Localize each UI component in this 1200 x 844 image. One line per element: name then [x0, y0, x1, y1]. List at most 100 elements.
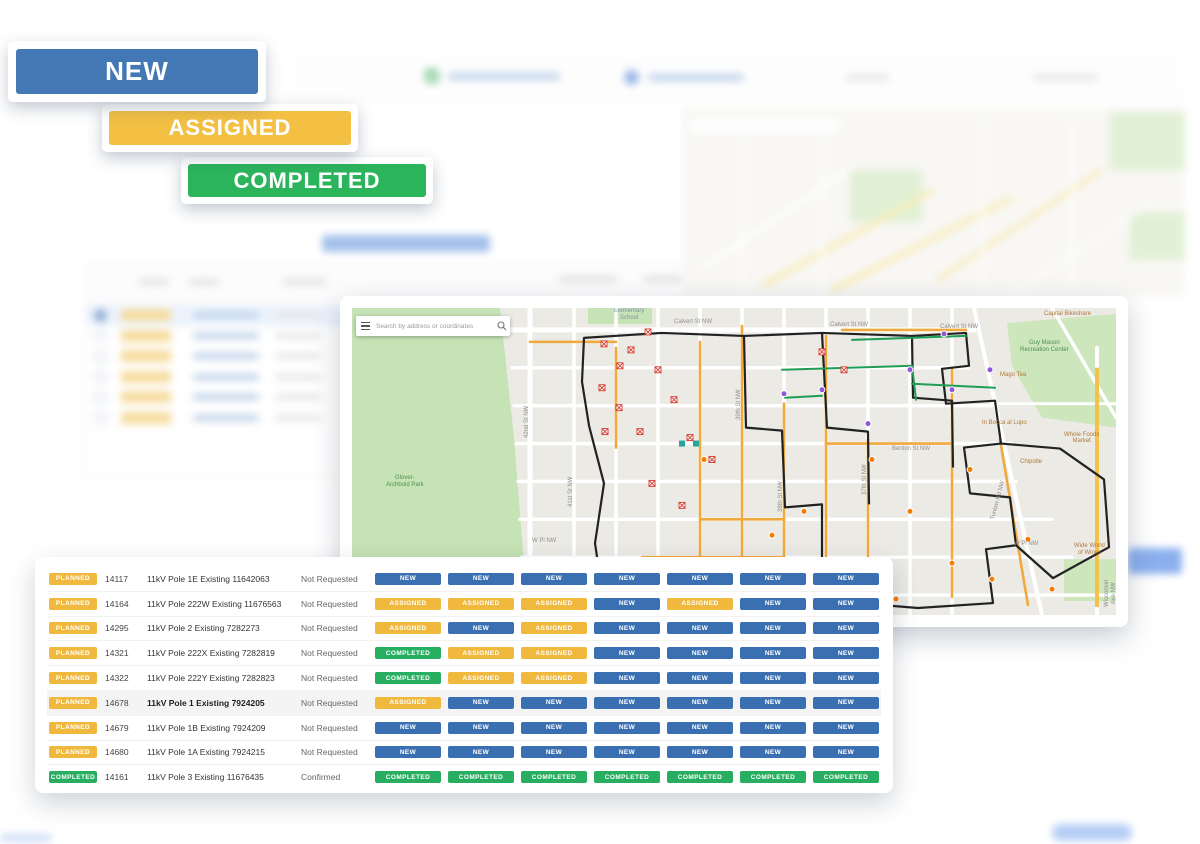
stage-badge[interactable]: ASSIGNED — [375, 598, 441, 610]
table-row[interactable]: PLANNED1416411kV Pole 222W Existing 1167… — [47, 592, 881, 617]
stage-badge[interactable]: ASSIGNED — [521, 598, 587, 610]
stage-badge[interactable]: NEW — [448, 573, 514, 585]
stage-badge[interactable]: NEW — [594, 647, 660, 659]
stage-badge[interactable]: NEW — [667, 697, 733, 709]
stage-badge[interactable]: NEW — [667, 746, 733, 758]
stage-badge[interactable]: NEW — [813, 697, 879, 709]
stage-badge[interactable]: NEW — [594, 622, 660, 634]
stage-badge[interactable]: NEW — [521, 746, 587, 758]
stage-badge[interactable]: NEW — [813, 573, 879, 585]
stage-badge[interactable]: COMPLETED — [521, 771, 587, 783]
blurred-step-label — [448, 73, 560, 80]
stage-badge[interactable]: NEW — [521, 722, 587, 734]
stage-badge[interactable]: NEW — [740, 647, 806, 659]
stage-badge[interactable]: NEW — [594, 672, 660, 684]
stage-badge[interactable]: NEW — [813, 672, 879, 684]
table-row[interactable]: PLANNED1429511kV Pole 2 Existing 7282273… — [47, 617, 881, 642]
stage-badge[interactable]: NEW — [521, 697, 587, 709]
status-badge: PLANNED — [49, 573, 97, 585]
stage-badges: NEW NEW NEW NEW NEW NEW NEW — [375, 573, 879, 585]
stage-badge[interactable]: NEW — [594, 573, 660, 585]
stage-badge[interactable]: NEW — [813, 746, 879, 758]
stage-badge[interactable]: NEW — [740, 573, 806, 585]
stage-badge[interactable]: NEW — [594, 598, 660, 610]
stage-badge[interactable]: COMPLETED — [375, 647, 441, 659]
stage-badge[interactable]: COMPLETED — [448, 771, 514, 783]
stage-badge[interactable]: ASSIGNED — [448, 672, 514, 684]
stage-badge[interactable]: NEW — [813, 598, 879, 610]
request-status: Confirmed — [301, 772, 375, 782]
stage-badge[interactable]: NEW — [740, 697, 806, 709]
stage-badge[interactable]: NEW — [448, 722, 514, 734]
status-badge: PLANNED — [49, 622, 97, 634]
stage-badge[interactable]: COMPLETED — [594, 771, 660, 783]
stage-badge[interactable]: NEW — [375, 746, 441, 758]
table-row[interactable]: PLANNED1411711kV Pole 1E Existing 116420… — [47, 567, 881, 592]
stage-badge[interactable]: ASSIGNED — [448, 598, 514, 610]
stage-badge[interactable]: NEW — [667, 622, 733, 634]
table-row[interactable]: PLANNED1432211kV Pole 222Y Existing 7282… — [47, 666, 881, 691]
stage-badge[interactable]: NEW — [740, 722, 806, 734]
stage-badge[interactable]: COMPLETED — [813, 771, 879, 783]
stage-badges: COMPLETED ASSIGNED ASSIGNED NEW NEW NEW NEW — [375, 647, 879, 659]
request-status: Not Requested — [301, 574, 375, 584]
stage-badge[interactable]: NEW — [594, 722, 660, 734]
stage-badge[interactable]: NEW — [448, 697, 514, 709]
pole-name: 11kV Pole 1E Existing 11642063 — [147, 574, 297, 584]
stage-badge[interactable]: ASSIGNED — [521, 622, 587, 634]
stage-badge[interactable]: NEW — [667, 647, 733, 659]
stage-badge[interactable]: NEW — [740, 672, 806, 684]
stage-badge[interactable]: NEW — [448, 622, 514, 634]
pole-id: 14161 — [105, 772, 139, 782]
pole-id: 14321 — [105, 648, 139, 658]
request-status: Not Requested — [301, 698, 375, 708]
search-input[interactable] — [374, 323, 494, 330]
stage-badge[interactable]: ASSIGNED — [375, 697, 441, 709]
stage-badge[interactable]: NEW — [740, 746, 806, 758]
status-badge: PLANNED — [49, 672, 97, 684]
stage-badge[interactable]: ASSIGNED — [375, 622, 441, 634]
table-row[interactable]: PLANNED1432111kV Pole 222X Existing 7282… — [47, 641, 881, 666]
stage-badges: ASSIGNED ASSIGNED ASSIGNED NEW ASSIGNED NEW NE… — [375, 598, 879, 610]
stage-badge[interactable]: NEW — [667, 722, 733, 734]
map-search-bar[interactable] — [356, 316, 510, 336]
request-status: Not Requested — [301, 623, 375, 633]
stage-badge[interactable]: ASSIGNED — [448, 647, 514, 659]
stage-badge[interactable]: NEW — [813, 622, 879, 634]
stage-badge[interactable]: COMPLETED — [667, 771, 733, 783]
status-badge: COMPLETED — [49, 771, 97, 783]
stage-badge[interactable]: NEW — [594, 697, 660, 709]
completed-badge: COMPLETED — [188, 164, 426, 197]
table-row[interactable]: PLANNED1468011kV Pole 1A Existing 792421… — [47, 741, 881, 766]
stage-badge[interactable]: NEW — [813, 647, 879, 659]
stage-badge[interactable]: ASSIGNED — [667, 598, 733, 610]
stage-badge[interactable]: NEW — [740, 622, 806, 634]
menu-icon[interactable] — [356, 316, 374, 336]
pole-status-table: PLANNED1411711kV Pole 1E Existing 116420… — [35, 557, 893, 793]
stage-badge[interactable]: COMPLETED — [375, 771, 441, 783]
stage-badge[interactable]: NEW — [740, 598, 806, 610]
new-badge: NEW — [16, 49, 258, 94]
stage-badge[interactable]: NEW — [594, 746, 660, 758]
stage-badge[interactable]: NEW — [813, 722, 879, 734]
stage-badge[interactable]: NEW — [448, 746, 514, 758]
pole-id: 14679 — [105, 723, 139, 733]
table-row[interactable]: PLANNED1467811kV Pole 1 Existing 7924205… — [47, 691, 881, 716]
stage-badges: COMPLETED COMPLETED COMPLETED COMPLETED COMP… — [375, 771, 879, 783]
stage-badge[interactable]: COMPLETED — [740, 771, 806, 783]
stage-badge[interactable]: NEW — [375, 573, 441, 585]
status-badge: PLANNED — [49, 746, 97, 758]
stage-badge[interactable]: NEW — [521, 573, 587, 585]
stage-badge[interactable]: NEW — [667, 573, 733, 585]
pole-id: 14164 — [105, 599, 139, 609]
table-row[interactable]: COMPLETED1416111kV Pole 3 Existing 11676… — [47, 765, 881, 789]
stage-badge[interactable]: ASSIGNED — [521, 647, 587, 659]
table-row[interactable]: PLANNED1467911kV Pole 1B Existing 792420… — [47, 716, 881, 741]
request-status: Not Requested — [301, 673, 375, 683]
stage-badge[interactable]: NEW — [667, 672, 733, 684]
stage-badge[interactable]: NEW — [375, 722, 441, 734]
stage-badge[interactable]: ASSIGNED — [521, 672, 587, 684]
search-icon[interactable] — [494, 321, 510, 331]
stage-badge[interactable]: COMPLETED — [375, 672, 441, 684]
pole-name: 11kV Pole 1B Existing 7924209 — [147, 723, 297, 733]
